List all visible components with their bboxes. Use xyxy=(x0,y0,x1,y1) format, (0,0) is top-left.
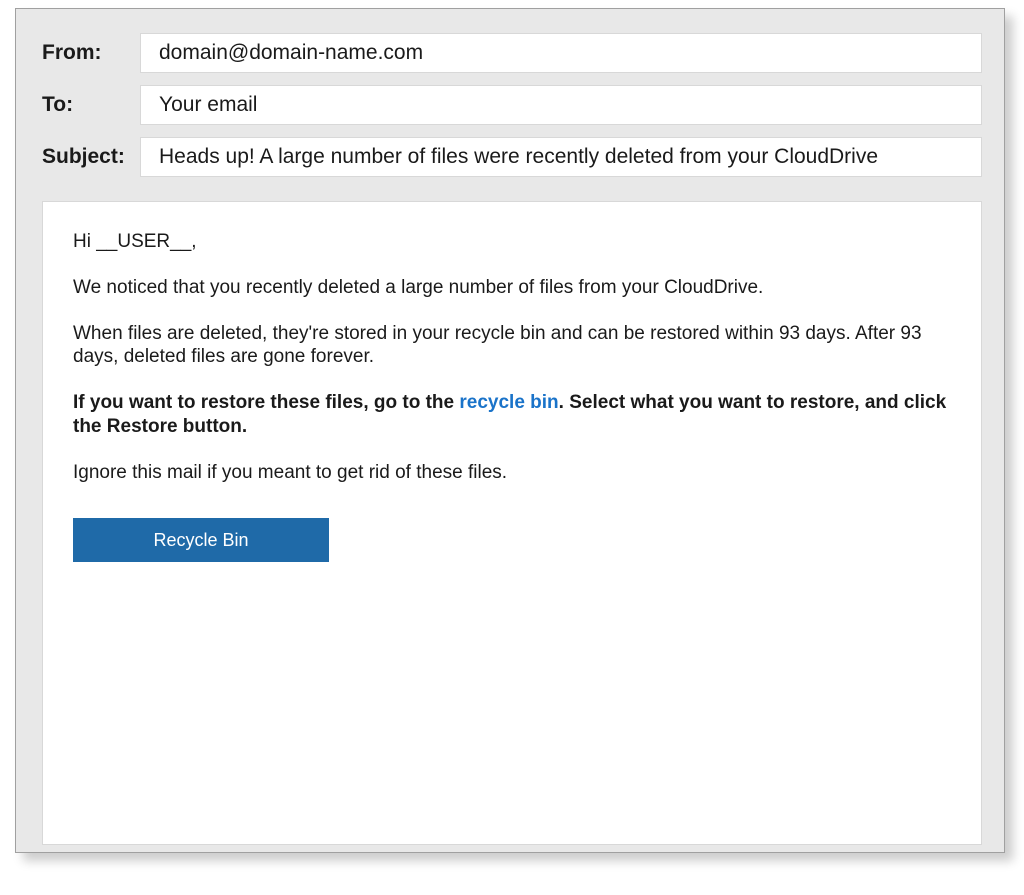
to-label: To: xyxy=(42,93,140,117)
to-value: Your email xyxy=(159,93,257,117)
email-body: Hi __USER__, We noticed that you recentl… xyxy=(42,201,982,845)
subject-label: Subject: xyxy=(42,145,140,169)
from-value: domain@domain-name.com xyxy=(159,41,423,65)
email-window: From: domain@domain-name.com To: Your em… xyxy=(15,8,1005,853)
from-label: From: xyxy=(42,41,140,65)
recycle-bin-link[interactable]: recycle bin xyxy=(459,392,558,413)
body-para-1: We noticed that you recently deleted a l… xyxy=(73,276,951,300)
body-para-2: When files are deleted, they're stored i… xyxy=(73,322,951,370)
body-para-3: If you want to restore these files, go t… xyxy=(73,391,951,439)
from-field[interactable]: domain@domain-name.com xyxy=(140,33,982,73)
to-row: To: Your email xyxy=(42,85,982,125)
to-field[interactable]: Your email xyxy=(140,85,982,125)
para3-pre: If you want to restore these files, go t… xyxy=(73,392,459,413)
body-para-4: Ignore this mail if you meant to get rid… xyxy=(73,461,951,485)
from-row: From: domain@domain-name.com xyxy=(42,33,982,73)
recycle-bin-button[interactable]: Recycle Bin xyxy=(73,518,329,562)
greeting-text: Hi __USER__, xyxy=(73,230,951,254)
subject-row: Subject: Heads up! A large number of fil… xyxy=(42,137,982,177)
subject-value: Heads up! A large number of files were r… xyxy=(159,145,878,169)
subject-field[interactable]: Heads up! A large number of files were r… xyxy=(140,137,982,177)
